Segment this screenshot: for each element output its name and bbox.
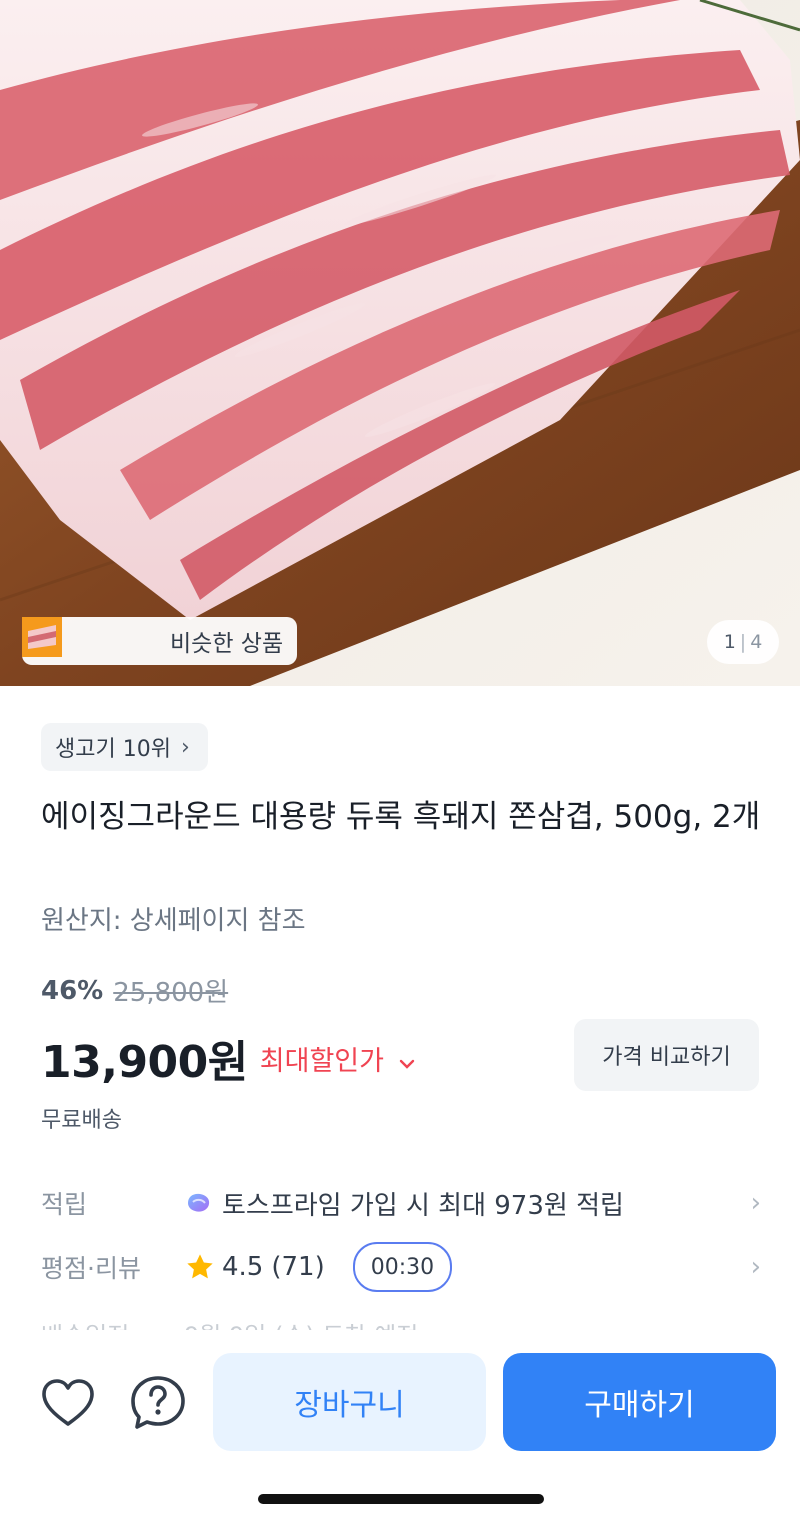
buy-now-button[interactable]: 구매하기	[503, 1353, 776, 1451]
timer-badge: 00:30	[352, 1242, 453, 1292]
category-rank-chip[interactable]: 생고기 10위 ›	[41, 723, 208, 771]
review-count: (71)	[271, 1252, 325, 1282]
product-image[interactable]: 비슷한 상품 1 | 4	[0, 0, 800, 686]
points-value: 토스프라임 가입 시 최대 973원 적립	[222, 1190, 624, 1221]
inquiry-button[interactable]	[128, 1373, 188, 1433]
similar-products-label: 비슷한 상품	[170, 631, 284, 657]
rating-key: 평점·리뷰	[41, 1254, 141, 1283]
toss-prime-icon	[184, 1188, 214, 1218]
shipping-info: 무료배송	[41, 1108, 122, 1133]
price-row: 13,900원 최대할인가	[41, 1026, 415, 1090]
points-row[interactable]: 적립 토스프라임 가입 시 최대 973원 적립 ›	[41, 1183, 761, 1223]
max-discount-toggle[interactable]: 최대할인가	[260, 1039, 415, 1078]
chevron-down-icon	[399, 1051, 415, 1075]
rank-label: 생고기 10위	[55, 737, 171, 762]
add-to-cart-button[interactable]: 장바구니	[213, 1353, 486, 1451]
chevron-right-icon: ›	[750, 1188, 761, 1218]
original-price: 25,800원	[113, 978, 229, 1008]
image-pager: 1 | 4	[707, 620, 779, 664]
rating-row[interactable]: 평점·리뷰 4.5 (71) 00:30 ›	[41, 1242, 761, 1292]
discount-row: 46% 25,800원	[41, 972, 228, 1009]
product-origin: 원산지: 상세페이지 참조	[41, 906, 306, 936]
pager-current: 1	[723, 631, 736, 653]
product-photo	[0, 0, 800, 686]
price-compare-button[interactable]: 가격 비교하기	[574, 1019, 759, 1091]
points-key: 적립	[41, 1190, 88, 1219]
max-discount-label: 최대할인가	[259, 1045, 384, 1077]
pager-separator: |	[739, 631, 747, 653]
chevron-right-icon: ›	[750, 1252, 761, 1282]
home-indicator	[258, 1494, 544, 1504]
heart-icon	[42, 1379, 94, 1426]
sale-price: 13,900원	[41, 1037, 248, 1088]
chevron-right-icon: ›	[180, 734, 190, 760]
question-bubble-icon	[131, 1376, 185, 1429]
star-icon	[184, 1251, 216, 1283]
product-title: 에이징그라운드 대용량 듀록 흑돼지 쫀삼겹, 500g, 2개	[41, 799, 761, 835]
discount-rate: 46%	[41, 975, 104, 1006]
similar-thumb-2	[22, 617, 112, 661]
similar-products-button[interactable]: 비슷한 상품	[22, 617, 298, 665]
pager-total: 4	[750, 631, 763, 653]
rating-value: 4.5	[222, 1252, 264, 1282]
similar-thumb-3	[22, 617, 158, 661]
wishlist-button[interactable]	[38, 1373, 98, 1433]
